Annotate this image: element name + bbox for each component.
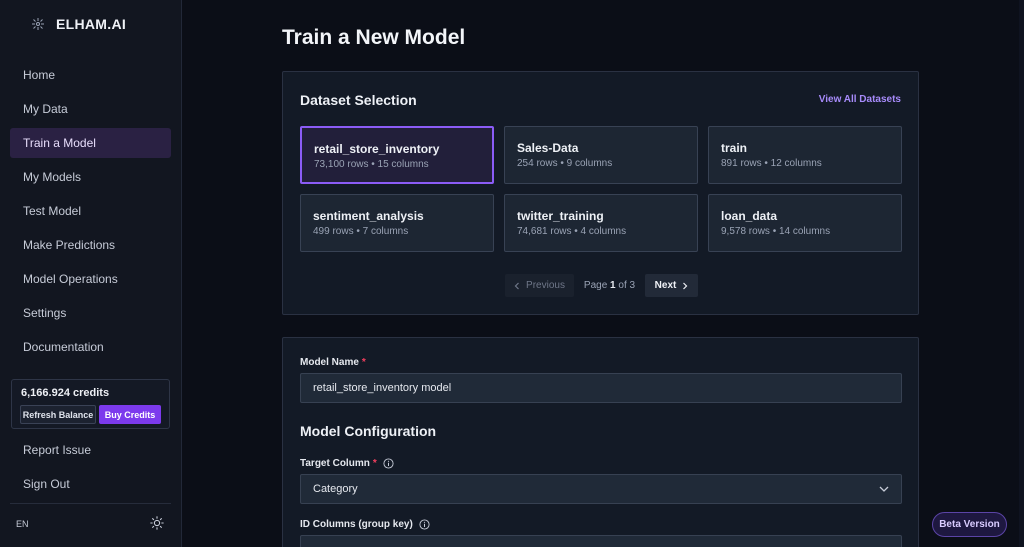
dataset-card[interactable]: sentiment_analysis 499 rows • 7 columns — [300, 194, 494, 252]
sidebar-item-documentation[interactable]: Documentation — [10, 332, 171, 362]
chevron-right-icon — [683, 282, 688, 289]
dataset-meta: 499 rows • 7 columns — [313, 226, 409, 237]
sun-icon[interactable] — [150, 516, 164, 530]
target-column-value: Category — [313, 483, 358, 495]
page-of: of — [618, 280, 627, 291]
credits-balance: 6,166.924 credits — [21, 387, 110, 399]
page-indicator: Page 1 of 3 — [574, 280, 645, 291]
sidebar-item-model-operations[interactable]: Model Operations — [10, 264, 171, 294]
model-config-panel: Model Name * Model Configuration Target … — [282, 337, 919, 547]
page-title: Train a New Model — [282, 26, 466, 49]
info-icon[interactable] — [419, 519, 430, 530]
dataset-meta: 74,681 rows • 4 columns — [517, 226, 627, 237]
dataset-meta: 254 rows • 9 columns — [517, 158, 613, 169]
sidebar-item-train-a-model[interactable]: Train a Model — [10, 128, 171, 158]
sidebar-item-my-models[interactable]: My Models — [10, 162, 171, 192]
id-columns-select[interactable] — [300, 535, 902, 547]
dataset-name: Sales-Data — [517, 141, 579, 155]
dataset-selection-panel: Dataset Selection View All Datasets reta… — [282, 71, 919, 315]
model-configuration-title: Model Configuration — [300, 423, 437, 439]
dataset-card[interactable]: loan_data 9,578 rows • 14 columns — [708, 194, 902, 252]
dataset-card[interactable]: retail_store_inventory 73,100 rows • 15 … — [300, 126, 494, 184]
dataset-meta: 73,100 rows • 15 columns — [314, 159, 429, 170]
chevron-down-icon — [879, 486, 889, 492]
id-columns-label-text: ID Columns (group key) — [300, 519, 413, 530]
sidebar-divider — [10, 503, 171, 504]
refresh-balance-button[interactable]: Refresh Balance — [20, 405, 96, 424]
model-name-label-text: Model Name — [300, 357, 359, 368]
language-selector[interactable]: EN — [16, 519, 29, 529]
page-scrollbar[interactable] — [1019, 0, 1024, 547]
dataset-meta: 9,578 rows • 14 columns — [721, 226, 831, 237]
target-column-label-text: Target Column — [300, 458, 370, 469]
dataset-card[interactable]: twitter_training 74,681 rows • 4 columns — [504, 194, 698, 252]
brand[interactable]: ELHAM.AI — [30, 16, 126, 32]
id-columns-label: ID Columns (group key) — [300, 519, 430, 530]
required-mark: * — [361, 357, 366, 368]
sidebar-item-sign-out[interactable]: Sign Out — [10, 469, 171, 499]
brand-name: ELHAM.AI — [56, 16, 127, 32]
next-label: Next — [654, 280, 677, 291]
target-column-label: Target Column * — [300, 458, 394, 469]
buy-credits-button[interactable]: Buy Credits — [99, 405, 161, 424]
sidebar-item-test-model[interactable]: Test Model — [10, 196, 171, 226]
sidebar-item-report-issue[interactable]: Report Issue — [10, 435, 171, 465]
sidebar-nav: Home My Data Train a Model My Models Tes… — [10, 60, 171, 366]
target-column-select[interactable]: Category — [300, 474, 902, 504]
total-pages: 3 — [629, 280, 636, 291]
dataset-meta: 891 rows • 12 columns — [721, 158, 822, 169]
dataset-name: twitter_training — [517, 209, 604, 223]
previous-label: Previous — [526, 280, 565, 291]
dataset-selection-title: Dataset Selection — [300, 92, 417, 108]
current-page: 1 — [610, 280, 616, 291]
page-prefix: Page — [583, 280, 608, 291]
dataset-name: sentiment_analysis — [313, 209, 424, 223]
credits-panel: 6,166.924 credits Refresh Balance Buy Cr… — [11, 379, 170, 429]
sidebar-nav-bottom: Report Issue Sign Out — [10, 435, 171, 503]
dataset-pagination: Previous Page 1 of 3 Next — [505, 274, 698, 297]
dataset-card[interactable]: Sales-Data 254 rows • 9 columns — [504, 126, 698, 184]
dataset-name: train — [721, 141, 748, 155]
dataset-name: loan_data — [721, 209, 778, 223]
info-icon[interactable] — [383, 458, 394, 469]
sidebar-item-my-data[interactable]: My Data — [10, 94, 171, 124]
sidebar-item-make-predictions[interactable]: Make Predictions — [10, 230, 171, 260]
model-name-input[interactable] — [300, 373, 902, 403]
dataset-card[interactable]: train 891 rows • 12 columns — [708, 126, 902, 184]
model-name-label: Model Name * — [300, 357, 366, 368]
previous-page-button[interactable]: Previous — [505, 274, 574, 297]
sidebar-item-settings[interactable]: Settings — [10, 298, 171, 328]
required-mark: * — [372, 458, 377, 469]
brand-logo-icon — [32, 18, 44, 30]
view-all-datasets-link[interactable]: View All Datasets — [819, 94, 901, 105]
beta-version-badge[interactable]: Beta Version — [932, 512, 1007, 537]
dataset-name: retail_store_inventory — [314, 142, 440, 156]
sidebar: ELHAM.AI Home My Data Train a Model My M… — [0, 0, 182, 547]
chevron-left-icon — [514, 282, 519, 289]
next-page-button[interactable]: Next — [645, 274, 698, 297]
sidebar-item-home[interactable]: Home — [10, 60, 171, 90]
